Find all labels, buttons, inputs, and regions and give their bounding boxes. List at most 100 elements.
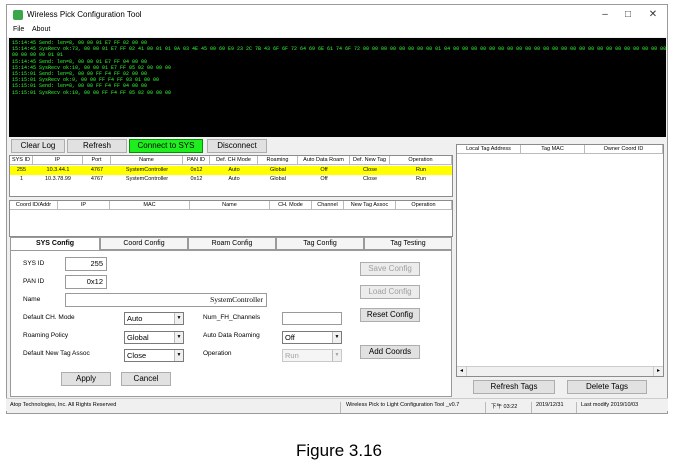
table-cell: 4767 — [90, 167, 104, 173]
log-console[interactable]: 15:14:45 Send: len=8, 00 00 01 E7 FF 02 … — [9, 38, 666, 137]
table-cell: 1 — [19, 176, 24, 182]
table-cell: 0x12 — [190, 176, 203, 182]
log-line: 15:14:45 SysRecv ok:73, 00 00 01 E7 FF 0… — [12, 46, 666, 53]
col-header[interactable]: Auto Data Roam — [298, 156, 350, 165]
roaming-policy-label: Roaming Policy — [23, 332, 69, 339]
divider — [531, 402, 532, 413]
log-line: 15:15:01 SysRecv ok:10, 00 00 FF F4 FF 0… — [12, 89, 172, 96]
refresh-button[interactable]: Refresh — [67, 139, 127, 153]
table-cell: Global — [270, 176, 286, 182]
col-header[interactable]: Tag MAC — [521, 145, 585, 154]
col-header[interactable]: Operation — [396, 201, 452, 210]
window-title: Wireless Pick Configuration Tool — [27, 10, 142, 19]
cancel-button[interactable]: Cancel — [121, 372, 171, 386]
roaming-policy-value: Global — [127, 333, 149, 342]
operation-label: Operation — [203, 350, 232, 357]
col-header[interactable]: New Tag Assoc — [344, 201, 396, 210]
name-label: Name — [23, 296, 41, 303]
save-config-button: Save Config — [360, 262, 420, 276]
coord-table[interactable]: Coord ID/Addr IP MAC Name CH. Mode Chann… — [9, 200, 453, 237]
def-ch-mode-select[interactable]: Auto ▼ — [124, 312, 184, 325]
col-header[interactable]: SYS ID — [10, 156, 33, 165]
add-coords-button[interactable]: Add Coords — [360, 345, 420, 359]
tab-roam-config[interactable]: Roam Config — [188, 237, 276, 250]
disconnect-button[interactable]: Disconnect — [207, 139, 267, 153]
tab-tag-testing[interactable]: Tag Testing — [364, 237, 452, 250]
apply-button[interactable]: Apply — [61, 372, 111, 386]
sys-table[interactable]: SYS ID IP Port Name PAN ID Def. CH Mode … — [9, 155, 453, 197]
tab-sys-config[interactable]: SYS Config — [10, 237, 100, 251]
load-config-button: Load Config — [360, 285, 420, 299]
table-cell: Close — [362, 176, 378, 182]
col-header[interactable]: Name — [111, 156, 183, 165]
table-cell: 0x12 — [190, 167, 203, 173]
pan-id-input[interactable]: 0x12 — [65, 275, 107, 289]
scroll-right-icon[interactable]: ▸ — [653, 367, 663, 376]
status-last-modify: Last modify 2019/10/03 — [581, 402, 639, 408]
table-cell: Auto — [228, 176, 240, 182]
col-header[interactable]: IP — [33, 156, 83, 165]
status-time: 下午 03:22 — [491, 404, 518, 410]
col-header[interactable]: Port — [83, 156, 111, 165]
minimize-button[interactable]: – — [595, 8, 615, 22]
divider — [485, 402, 486, 413]
col-header[interactable]: Owner Coord ID — [585, 145, 663, 154]
horizontal-scrollbar[interactable]: ◂ ▸ — [457, 366, 663, 376]
close-button[interactable]: ✕ — [643, 8, 663, 22]
col-header[interactable]: Coord ID/Addr — [10, 201, 58, 210]
def-ch-mode-label: Default CH. Mode — [23, 314, 75, 321]
pan-id-label: PAN ID — [23, 278, 45, 285]
table-cell: 4767 — [90, 176, 104, 182]
table-cell: Run — [415, 167, 427, 173]
connect-to-sys-button[interactable]: Connect to SYS — [129, 139, 203, 153]
col-header[interactable]: Operation — [390, 156, 452, 165]
col-header[interactable]: Roaming — [258, 156, 298, 165]
chevron-down-icon[interactable]: ▼ — [174, 350, 183, 361]
chevron-down-icon[interactable]: ▼ — [174, 332, 183, 343]
refresh-tags-button[interactable]: Refresh Tags — [473, 380, 555, 394]
scroll-left-icon[interactable]: ◂ — [457, 367, 467, 376]
def-new-tag-label: Default New Tag Assoc — [23, 350, 90, 357]
divider — [576, 402, 577, 413]
col-header[interactable]: CH. Mode — [270, 201, 312, 210]
tag-table[interactable]: Local Tag Address Tag MAC Owner Coord ID… — [456, 144, 664, 377]
chevron-down-icon[interactable]: ▼ — [332, 332, 341, 343]
menu-bar: File About — [7, 25, 667, 37]
status-version: Wireless Pick to Light Configuration Too… — [346, 402, 460, 408]
table-cell: SystemController — [125, 176, 169, 182]
name-input[interactable]: SystemController — [65, 293, 267, 307]
table-cell: 10.3.78.99 — [45, 176, 71, 182]
table-row[interactable]: 255 10.3.44.1 4767 SystemController 0x12… — [10, 166, 452, 175]
table-cell: Run — [415, 176, 427, 182]
col-header[interactable]: PAN ID — [183, 156, 210, 165]
tab-tag-config[interactable]: Tag Config — [276, 237, 364, 250]
table-row[interactable]: 1 10.3.78.99 4767 SystemController 0x12 … — [10, 175, 452, 184]
reset-config-button[interactable]: Reset Config — [360, 308, 420, 322]
tab-coord-config[interactable]: Coord Config — [100, 237, 188, 250]
col-header[interactable]: Local Tag Address — [457, 145, 521, 154]
sys-id-input[interactable]: 255 — [65, 257, 107, 271]
title-bar: Wireless Pick Configuration Tool – □ ✕ — [7, 5, 667, 25]
col-header[interactable]: MAC — [110, 201, 190, 210]
def-new-tag-select[interactable]: Close ▼ — [124, 349, 184, 362]
num-fh-channels-input[interactable] — [282, 312, 342, 325]
maximize-button[interactable]: □ — [618, 8, 638, 22]
col-header[interactable]: Channel — [312, 201, 344, 210]
col-header[interactable]: Def. CH Mode — [210, 156, 258, 165]
auto-data-roaming-select[interactable]: Off ▼ — [282, 331, 342, 344]
clear-log-button[interactable]: Clear Log — [11, 139, 65, 153]
col-header[interactable]: IP — [58, 201, 110, 210]
col-header[interactable]: Def. New Tag — [350, 156, 390, 165]
roaming-policy-select[interactable]: Global ▼ — [124, 331, 184, 344]
def-new-tag-value: Close — [127, 351, 147, 360]
status-date: 2019/12/31 — [536, 402, 564, 408]
menu-about[interactable]: About — [32, 26, 50, 33]
chevron-down-icon[interactable]: ▼ — [174, 313, 183, 324]
config-tabs: SYS Config Coord Config Roam Config Tag … — [10, 237, 452, 251]
table-cell: SystemController — [125, 167, 169, 173]
auto-data-roaming-label: Auto Data Roaming — [203, 332, 260, 339]
menu-file[interactable]: File — [13, 26, 24, 33]
divider — [340, 402, 341, 413]
col-header[interactable]: Name — [190, 201, 270, 210]
delete-tags-button[interactable]: Delete Tags — [567, 380, 647, 394]
